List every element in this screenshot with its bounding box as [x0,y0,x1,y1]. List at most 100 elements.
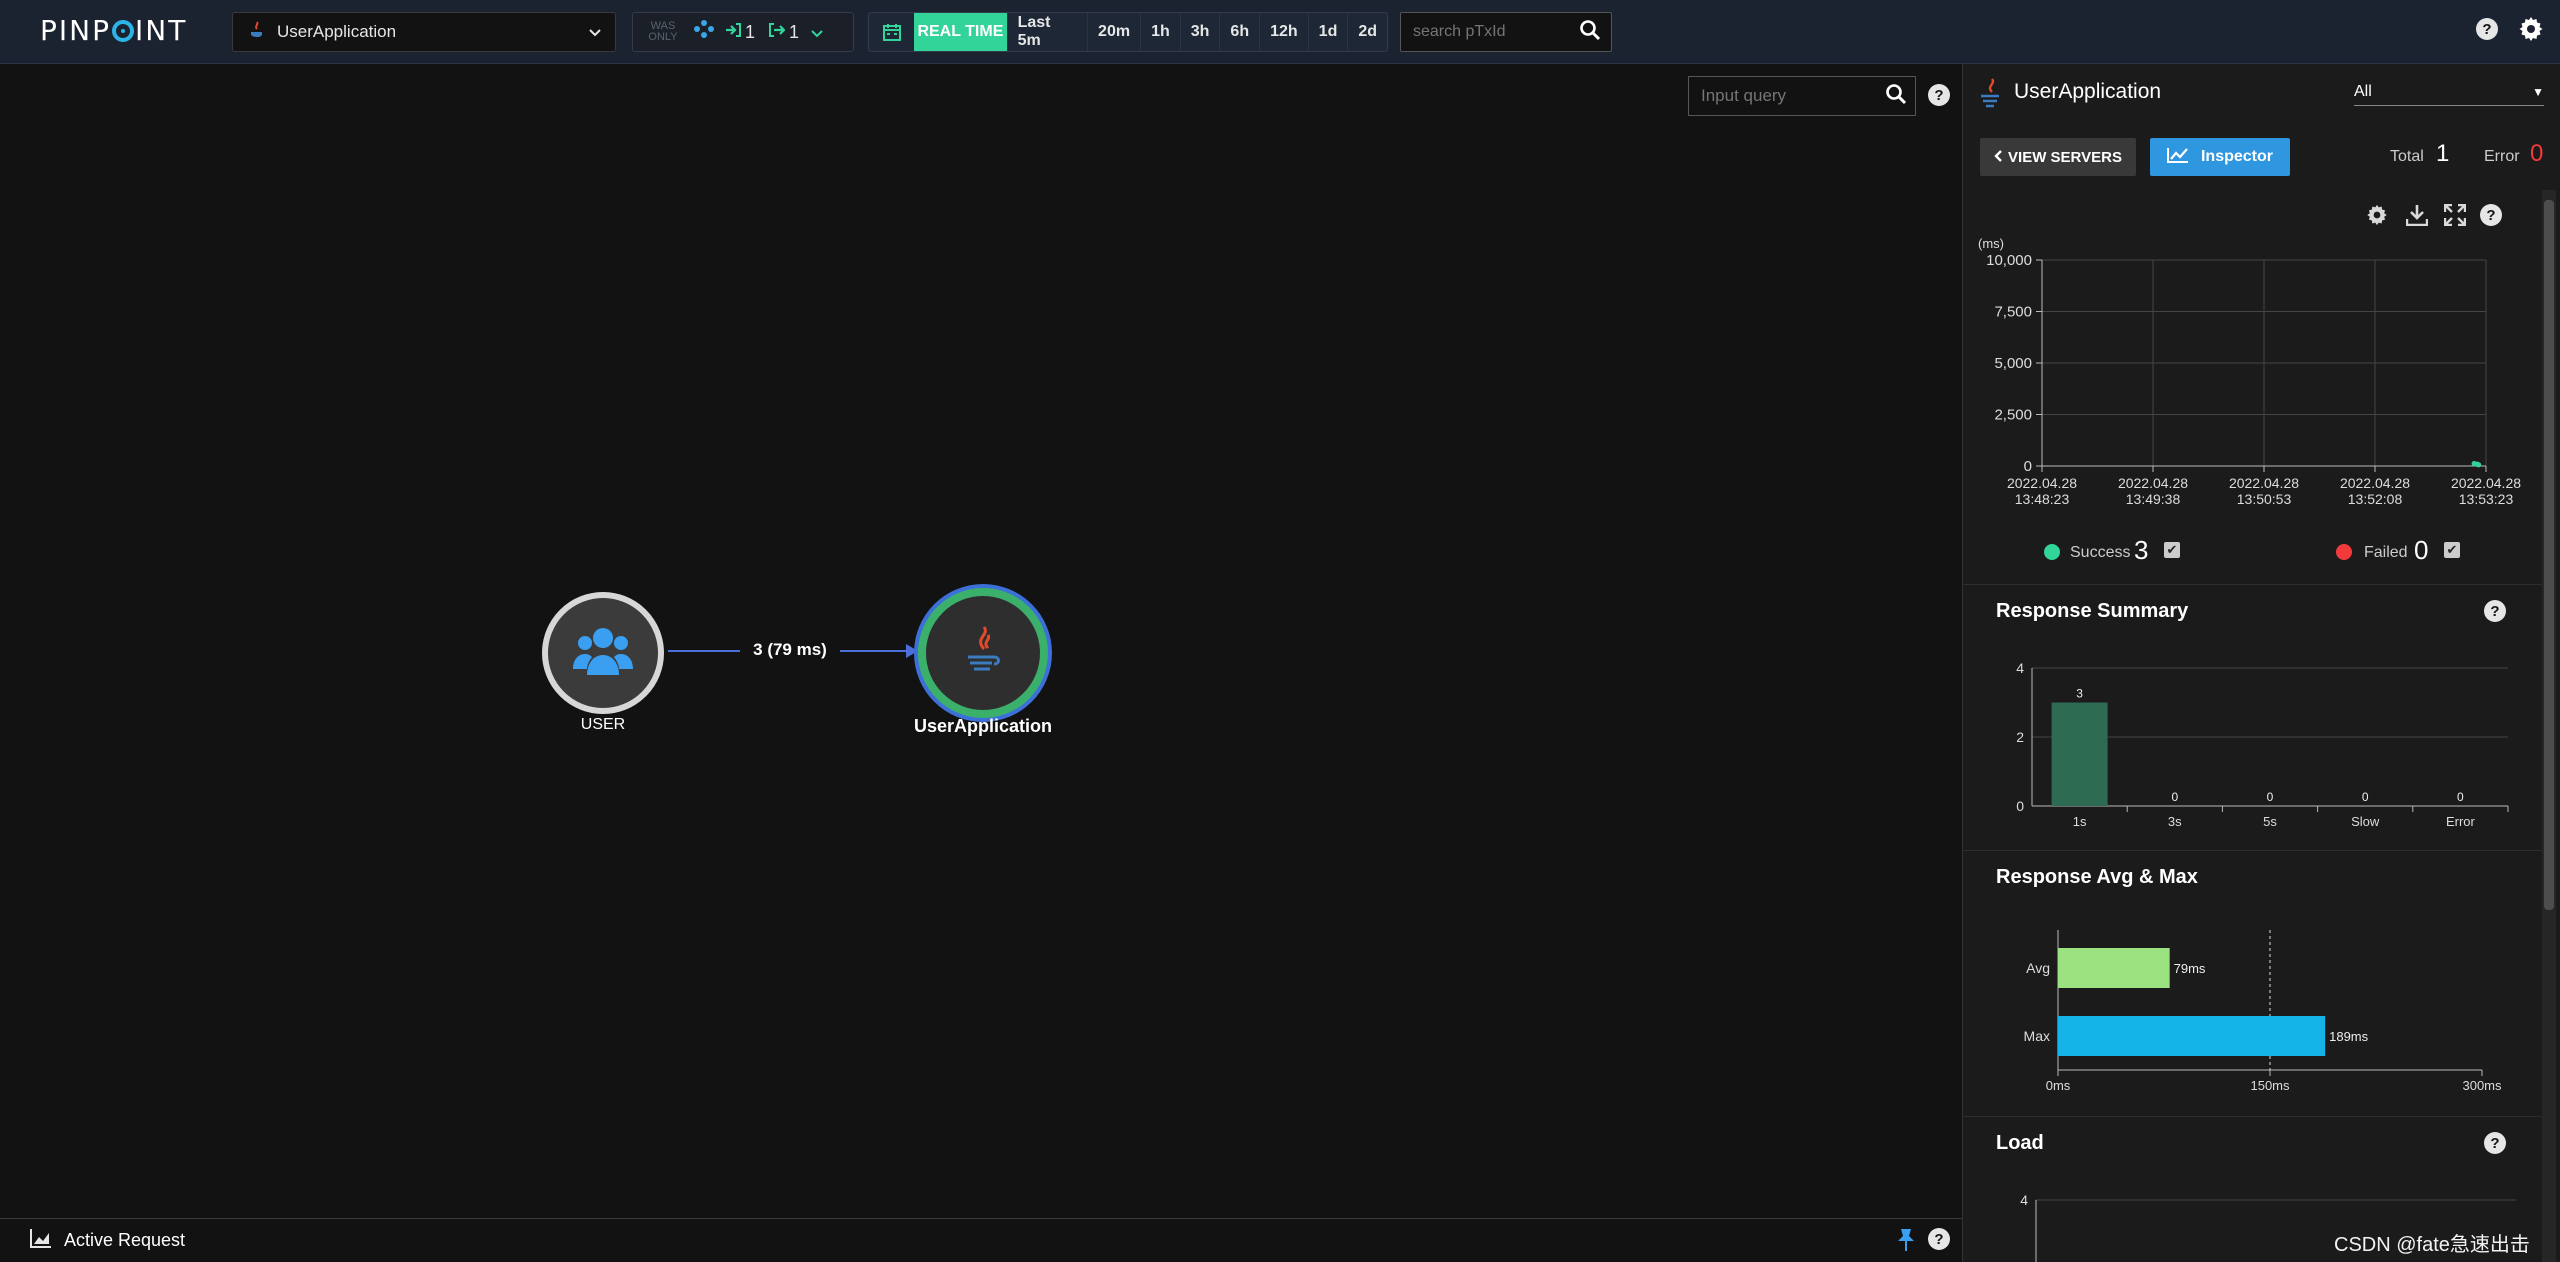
x-tick-label-date: 2022.04.28 [2118,475,2188,491]
view-servers-label: VIEW SERVERS [2008,148,2122,166]
last-5m-button[interactable]: Last 5m [1006,13,1087,51]
load-title: Load [1996,1132,2044,1154]
search-icon[interactable] [1885,83,1907,110]
was-only-toggle[interactable]: WAS ONLY [641,21,685,43]
success-label: Success [2070,544,2131,561]
bar-value-label: 0 [2267,790,2274,804]
scatter-point [2476,462,2482,468]
txid-search-input[interactable] [1401,22,1571,42]
inbound-count: 1 [745,21,756,42]
x-tick-label: 300ms [2462,1078,2502,1093]
2d-button[interactable]: 2d [1347,13,1387,51]
failed-legend-dot [2336,544,2352,560]
x-tick-label-date: 2022.04.28 [2229,475,2299,491]
gear-icon[interactable] [2518,16,2544,47]
pin-icon[interactable] [1896,1228,1916,1257]
failed-count: 0 [2414,535,2429,565]
chevron-down-icon [589,24,601,40]
watermark-text: CSDN @fate急速出击 [2334,1234,2530,1256]
x-tick-label: 3s [2168,814,2182,829]
bar-value-label: 189ms [2329,1029,2369,1044]
total-value: 1 [2436,140,2450,167]
x-tick-label: Error [2446,814,2476,829]
download-icon[interactable] [2405,204,2429,232]
active-request-label[interactable]: Active Request [64,1230,185,1251]
x-tick-label-time: 13:50:53 [2237,491,2292,507]
active-request-bar [0,1218,1962,1262]
agent-filter-select[interactable]: All ▼ [2354,78,2544,106]
server-map-options: WAS ONLY 1 1 [632,12,854,52]
java-icon [247,20,267,45]
help-icon[interactable]: ? [2484,600,2506,622]
3h-button[interactable]: 3h [1179,13,1220,51]
help-icon[interactable]: ? [1928,84,1950,106]
panel-application-title: UserApplication [2014,80,2162,103]
agent-filter-value: All [2354,82,2372,100]
outbound-depth[interactable]: 1 [769,22,799,43]
response-summary-chart[interactable]: 4 2 0 3 1s 0 3s 0 5s 0 Slow 0 Error [1996,650,2516,840]
failed-checkbox[interactable]: ✔ [2444,542,2460,558]
pinpoint-logo[interactable]: PINP INT [40,14,187,47]
view-servers-button[interactable]: VIEW SERVERS [1980,138,2136,176]
response-avg-max-chart[interactable]: Avg 79ms Max 189ms 0ms 150ms 300ms [1996,910,2520,1100]
y-tick-label: 0 [2024,458,2032,475]
x-tick-label: 150ms [2250,1078,2290,1093]
server-map-query-input[interactable] [1689,85,1869,107]
area-chart-icon[interactable] [30,1228,52,1253]
server-map-node-icon[interactable] [693,18,715,46]
12h-button[interactable]: 12h [1259,13,1308,51]
bar-1s [2051,702,2108,806]
6h-button[interactable]: 6h [1219,13,1259,51]
application-select[interactable]: UserApplication [232,12,616,52]
java-icon [960,625,1006,682]
y-tick-label: 2,500 [1994,407,2032,424]
x-tick-label: 5s [2263,814,2277,829]
line-chart-icon [2166,147,2189,168]
users-icon [573,623,633,684]
success-checkbox[interactable]: ✔ [2164,542,2180,558]
search-icon[interactable] [1579,19,1601,46]
section-divider [1962,850,2542,851]
user-node[interactable] [542,592,664,714]
section-divider [1962,584,2542,585]
error-value: 0 [2530,140,2544,167]
y-tick-label: 4 [2016,660,2024,676]
time-range-selector: REAL TIME Last 5m 20m 1h 3h 6h 12h 1d 2d [868,12,1388,52]
y-tick-label: 10,000 [1986,252,2032,269]
x-tick-label-date: 2022.04.28 [2451,475,2521,491]
x-tick-label-time: 13:48:23 [2015,491,2070,507]
application-node[interactable] [918,588,1048,718]
section-divider [1962,1116,2542,1117]
help-icon[interactable]: ? [2480,204,2502,226]
map-edge-label[interactable]: 3 (79 ms) [740,640,840,660]
success-legend-dot [2044,544,2060,560]
gear-icon[interactable] [2366,204,2388,232]
20m-button[interactable]: 20m [1087,13,1140,51]
chevron-down-icon[interactable] [811,22,823,43]
real-time-button[interactable]: REAL TIME [914,13,1007,51]
calendar-icon[interactable] [869,13,914,51]
transaction-id-search [1400,12,1612,52]
y-tick-label: 4 [2020,1192,2028,1208]
y-tick-label: 5,000 [1994,355,2032,372]
1d-button[interactable]: 1d [1307,13,1348,51]
x-tick-label: 0ms [2046,1078,2071,1093]
panel-scrollbar-thumb[interactable] [2544,200,2554,910]
response-summary-title: Response Summary [1996,600,2189,622]
application-select-value: UserApplication [277,22,397,41]
success-count: 3 [2134,535,2149,565]
y-tick-label: Max [2024,1028,2050,1044]
1h-button[interactable]: 1h [1140,13,1180,51]
help-icon[interactable]: ? [1928,1228,1950,1250]
y-tick-label: 7,500 [1994,304,2032,321]
x-tick-label-time: 13:49:38 [2126,491,2181,507]
help-icon[interactable]: ? [2476,18,2498,40]
inspector-button[interactable]: Inspector [2150,138,2290,176]
bar-value-label: 79ms [2174,961,2206,976]
expand-icon[interactable] [2443,203,2467,232]
bar-avg [2058,948,2170,988]
bar-value-label: 3 [2076,687,2083,701]
response-time-scatter-chart[interactable]: (ms)10,0007,5005,0002,50002022.04.2813:4… [1976,236,2536,526]
inbound-depth[interactable]: 1 [725,22,755,43]
help-icon[interactable]: ? [2484,1132,2506,1154]
